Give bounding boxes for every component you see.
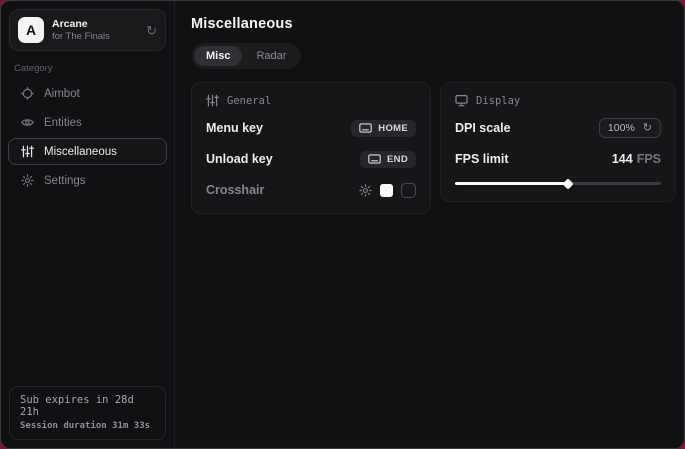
fps-number: 144	[612, 152, 633, 166]
crosshair-label: Crosshair	[206, 183, 264, 197]
crosshair-icon	[21, 87, 34, 100]
slider-thumb[interactable]	[563, 178, 574, 189]
app-subtitle: for The Finals	[52, 31, 138, 42]
sidebar: A Arcane for The Finals ↻ Category Aimbo…	[1, 1, 175, 448]
sidebar-item-aimbot[interactable]: Aimbot	[8, 80, 167, 107]
tab-radar[interactable]: Radar	[244, 46, 298, 66]
sidebar-item-label: Miscellaneous	[44, 146, 117, 158]
app-name: Arcane	[52, 18, 138, 30]
category-label: Category	[14, 63, 174, 74]
sub-expiry-text: Sub expires in 28d 21h	[20, 394, 155, 418]
fps-limit-slider[interactable]	[455, 179, 661, 188]
subscription-card: Sub expires in 28d 21h Session duration …	[9, 386, 166, 440]
sliders-icon	[21, 145, 34, 158]
crosshair-row: Crosshair	[206, 180, 416, 200]
menu-key-row: Menu key HOME	[206, 118, 416, 138]
refresh-icon[interactable]: ↻	[146, 24, 157, 37]
cards-row: General Menu key HOME	[191, 82, 676, 214]
crosshair-color-swatch[interactable]	[380, 184, 393, 197]
display-card: Display DPI scale 100% ↻ FPS limit 144FP…	[440, 82, 676, 202]
reset-icon[interactable]: ↻	[643, 123, 652, 134]
sidebar-item-entities[interactable]: Entities	[8, 109, 167, 136]
session-duration-text: Session duration 31m 33s	[20, 421, 155, 431]
display-card-header: Display	[455, 94, 661, 107]
dpi-scale-row: DPI scale 100% ↻	[455, 118, 661, 138]
fps-limit-label: FPS limit	[455, 152, 508, 166]
sliders-icon	[206, 94, 219, 107]
general-card: General Menu key HOME	[191, 82, 431, 214]
crosshair-controls	[359, 183, 416, 198]
slider-fill	[455, 182, 568, 185]
dpi-scale-value: 100%	[608, 122, 635, 134]
monitor-icon	[455, 94, 468, 107]
unload-key-value: END	[387, 154, 408, 165]
general-card-title: General	[227, 95, 271, 107]
keyboard-icon	[368, 154, 381, 164]
dpi-scale-select[interactable]: 100% ↻	[599, 118, 661, 138]
fps-limit-value: 144 FPS	[612, 152, 661, 166]
main-content: Miscellaneous Misc Radar General	[175, 1, 685, 448]
app-names: Arcane for The Finals	[52, 18, 138, 42]
tab-bar: Misc Radar	[191, 43, 301, 69]
app-header-card: A Arcane for The Finals ↻	[9, 9, 166, 51]
unload-key-row: Unload key END	[206, 149, 416, 169]
menu-key-label: Menu key	[206, 121, 263, 135]
fps-unit: FPS	[637, 152, 661, 166]
sidebar-nav: Aimbot Entities	[1, 80, 174, 194]
menu-key-value: HOME	[378, 123, 408, 134]
eye-icon	[21, 116, 34, 129]
gear-icon	[21, 174, 34, 187]
sidebar-item-label: Settings	[44, 175, 86, 187]
unload-key-binding[interactable]: END	[360, 151, 416, 168]
sidebar-item-label: Aimbot	[44, 88, 80, 100]
crosshair-checkbox[interactable]	[401, 183, 416, 198]
sidebar-item-settings[interactable]: Settings	[8, 167, 167, 194]
unload-key-label: Unload key	[206, 152, 273, 166]
dpi-scale-label: DPI scale	[455, 121, 511, 135]
keyboard-icon	[359, 123, 372, 133]
menu-key-binding[interactable]: HOME	[351, 120, 416, 137]
display-card-title: Display	[476, 95, 520, 107]
tab-misc[interactable]: Misc	[194, 46, 242, 66]
sidebar-item-label: Entities	[44, 117, 82, 129]
fps-limit-row: FPS limit 144 FPS	[455, 149, 661, 169]
page-title: Miscellaneous	[191, 16, 676, 32]
app-window: A Arcane for The Finals ↻ Category Aimbo…	[0, 0, 685, 449]
app-avatar: A	[18, 17, 44, 43]
sidebar-item-miscellaneous[interactable]: Miscellaneous	[8, 138, 167, 165]
gear-icon[interactable]	[359, 184, 372, 197]
general-card-header: General	[206, 94, 416, 107]
